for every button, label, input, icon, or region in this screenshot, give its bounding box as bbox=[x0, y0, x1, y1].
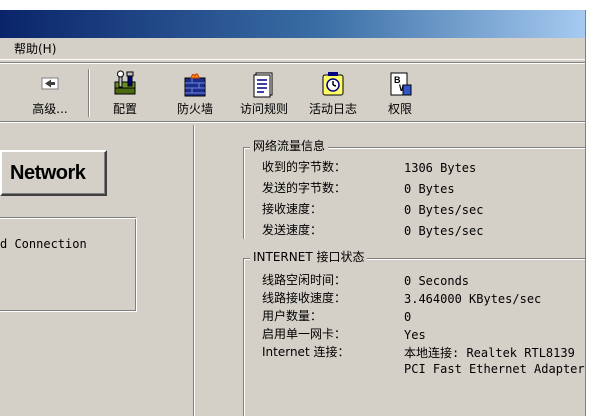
traffic-label: 发送速度： bbox=[262, 223, 323, 237]
toolbar-separator bbox=[88, 69, 90, 117]
title-bar bbox=[0, 10, 585, 38]
toolbar-permissions-button[interactable]: B W 权限 bbox=[380, 67, 420, 119]
traffic-label: 接收速度： bbox=[262, 202, 323, 216]
internet-value: 0 bbox=[404, 310, 412, 324]
toolbar-access-rules-button[interactable]: 访问规则 bbox=[231, 67, 297, 119]
menu-bar: 帮助(H) bbox=[0, 38, 585, 60]
traffic-label: 发送的字节数： bbox=[262, 181, 347, 195]
firewall-icon bbox=[184, 73, 206, 97]
toolbar-label: 配置 bbox=[112, 102, 137, 116]
internet-label: 启用单一网卡： bbox=[262, 327, 347, 341]
toolbar-config-button[interactable]: 配置 bbox=[102, 67, 148, 119]
internet-value: 0 Seconds bbox=[404, 274, 470, 288]
network-button-label: Network bbox=[10, 162, 86, 184]
internet-value-continuation: PCI Fast Ethernet Adapter bbox=[404, 362, 585, 376]
log-icon bbox=[322, 72, 344, 96]
traffic-label: 收到的字节数： bbox=[262, 160, 347, 174]
toolbar-label: 防火墙 bbox=[176, 102, 213, 116]
toolbar-label: 访问规则 bbox=[239, 102, 288, 116]
rules-document-icon bbox=[253, 72, 273, 98]
connection-panel[interactable]: d Connection bbox=[0, 217, 137, 312]
internet-label: 线路接收速度： bbox=[262, 291, 347, 305]
internet-label: Internet 连接： bbox=[262, 345, 350, 359]
toolbar-firewall-button[interactable]: 防火墙 bbox=[168, 67, 222, 119]
menu-help[interactable]: 帮助(H) bbox=[14, 41, 56, 57]
toolbar-activity-log-button[interactable]: 活动日志 bbox=[301, 67, 365, 119]
traffic-value: 0 Bytes/sec bbox=[404, 203, 484, 217]
left-pane: Network d Connection bbox=[0, 125, 193, 416]
traffic-value: 0 Bytes bbox=[404, 182, 455, 196]
back-arrow-icon bbox=[41, 77, 59, 90]
internet-label: 线路空闲时间： bbox=[262, 273, 347, 287]
internet-status-group: INTERNET 接口状态 线路空闲时间： 0 Seconds 线路接收速度： … bbox=[243, 249, 585, 416]
traffic-value: 0 Bytes/sec bbox=[404, 224, 484, 238]
internet-value: Yes bbox=[404, 328, 426, 342]
internet-status-title: INTERNET 接口状态 bbox=[250, 249, 368, 265]
toolbar-advanced-button[interactable]: 高级... bbox=[22, 67, 78, 119]
pane-splitter[interactable] bbox=[193, 125, 195, 416]
traffic-info-group: 网络流量信息 收到的字节数： 1306 Bytes 发送的字节数： 0 Byte… bbox=[243, 138, 585, 239]
internet-label: 用户数量： bbox=[262, 309, 323, 323]
connection-label: d Connection bbox=[0, 237, 87, 251]
permissions-icon: B W bbox=[390, 72, 412, 96]
traffic-value: 1306 Bytes bbox=[404, 161, 477, 175]
config-tools-icon bbox=[114, 70, 136, 95]
network-button[interactable]: Network bbox=[0, 150, 107, 196]
internet-value: 本地连接: Realtek RTL8139 bbox=[404, 346, 575, 360]
traffic-info-title: 网络流量信息 bbox=[250, 138, 329, 154]
toolbar-label: 权限 bbox=[387, 102, 412, 116]
toolbar: 高级... 配置 防火墙 访问规则 活动日志 B 权限 bbox=[0, 62, 585, 122]
toolbar-label: 活动日志 bbox=[308, 102, 357, 116]
internet-value: 3.464000 KBytes/sec bbox=[404, 292, 542, 306]
app-window: 帮助(H) 高级... 配置 防火墙 访问规则 活动日志 B 权限 Networ… bbox=[0, 10, 586, 416]
toolbar-label: 高级... bbox=[32, 102, 68, 116]
